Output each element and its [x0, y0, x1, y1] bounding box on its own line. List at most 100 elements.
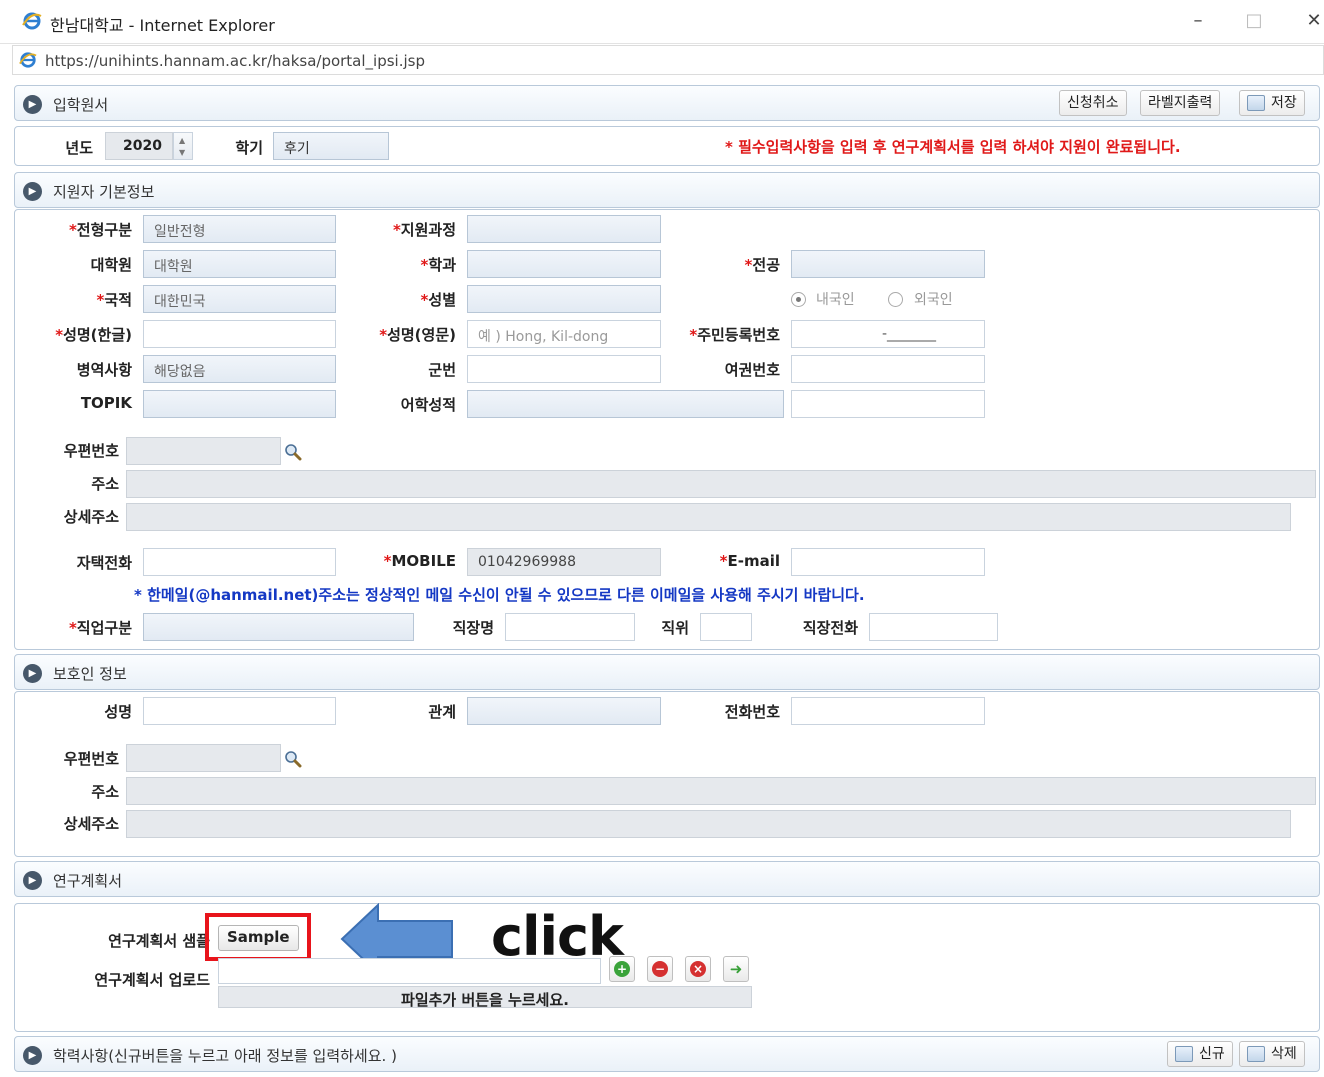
address-detail-label: 상세주소 [63, 508, 119, 526]
military-no-input[interactable] [467, 355, 661, 383]
military-label: 병역사항 [76, 361, 132, 379]
arrow-right-icon: ➜ [729, 960, 743, 978]
window-title: 한남대학교 - Internet Explorer [50, 16, 275, 35]
passport-input[interactable] [791, 355, 985, 383]
name-en-input[interactable]: 예 ) Hong, Kil-dong [467, 320, 661, 348]
delete-button[interactable]: 삭제 [1239, 1041, 1305, 1067]
clear-files-button[interactable]: × [685, 956, 711, 982]
guardian-name-input[interactable] [143, 697, 336, 725]
postcode-input[interactable] [126, 437, 281, 465]
guardian-address-detail-input[interactable] [126, 810, 1291, 838]
guardian-address-input[interactable] [126, 777, 1316, 805]
workplace-label: 직장명 [452, 619, 494, 637]
major-select[interactable] [791, 250, 985, 278]
home-phone-label: 자택전화 [76, 554, 132, 572]
file-list-box[interactable] [218, 958, 601, 984]
topik-label: TOPIK [80, 394, 132, 412]
work-phone-input[interactable] [869, 613, 998, 641]
close-icon: × [690, 961, 706, 977]
new-icon [1175, 1046, 1193, 1062]
position-input[interactable] [700, 613, 752, 641]
delete-icon [1247, 1046, 1265, 1062]
rrn-input[interactable]: -_______ [791, 320, 985, 348]
guardian-postcode-input[interactable] [126, 744, 281, 772]
required-notice: * 필수입력사항을 입력 후 연구계획서를 입력 하셔야 지원이 완료됩니다. [725, 138, 1181, 156]
chevron-right-icon: ▶ [23, 664, 42, 683]
internet-explorer-icon [19, 52, 37, 68]
application-form-header: ▶ 입학원서 신청취소 라벨지출력 저장 [14, 85, 1320, 121]
guardian-phone-input[interactable] [791, 697, 985, 725]
year-input[interactable]: 2020 [105, 132, 173, 160]
search-icon[interactable] [284, 750, 302, 768]
program-select[interactable] [467, 215, 661, 243]
email-input[interactable] [791, 548, 985, 576]
research-sample-label: 연구계획서 샘플 [108, 932, 210, 950]
mobile-input[interactable]: 01042969988 [467, 548, 661, 576]
guardian-info-header: ▶ 보호인 정보 [14, 654, 1320, 690]
military-no-label: 군번 [428, 361, 456, 379]
guardian-relation-select[interactable] [467, 697, 661, 725]
home-phone-input[interactable] [143, 548, 336, 576]
address-detail-input[interactable] [126, 503, 1291, 531]
maximize-button[interactable]: □ [1242, 10, 1266, 31]
sample-button[interactable]: Sample [218, 925, 299, 951]
search-icon[interactable] [284, 443, 302, 461]
new-button-label: 신규 [1199, 1046, 1225, 1062]
year-spinner[interactable]: ▲ ▼ [173, 132, 193, 160]
foreign-label: 외국인 [914, 292, 953, 308]
upload-file-button[interactable]: ➜ [723, 956, 749, 982]
close-button[interactable]: ✕ [1302, 10, 1324, 31]
guardian-section-title: 보호인 정보 [53, 665, 127, 683]
gender-label: *성별 [420, 291, 456, 309]
minimize-button[interactable]: – [1186, 10, 1210, 31]
new-button[interactable]: 신규 [1167, 1041, 1233, 1067]
gender-select[interactable] [467, 285, 661, 313]
graduate-school-select[interactable]: 대학원 [143, 250, 336, 278]
chevron-right-icon: ▶ [23, 871, 42, 890]
name-kr-input[interactable] [143, 320, 336, 348]
workplace-input[interactable] [505, 613, 635, 641]
work-phone-label: 직장전화 [802, 619, 858, 637]
guardian-relation-label: 관계 [428, 703, 456, 721]
add-file-button[interactable]: + [609, 956, 635, 982]
address-bar[interactable]: https://unihints.hannam.ac.kr/haksa/port… [12, 45, 1324, 75]
position-label: 직위 [661, 619, 689, 637]
mobile-label: *MOBILE [383, 552, 456, 570]
education-header: ▶ 학력사항(신규버튼을 누르고 아래 정보를 입력하세요. ) 신규 삭제 [14, 1036, 1320, 1072]
graduate-school-label: 대학원 [90, 256, 132, 274]
page-title: 입학원서 [53, 96, 109, 114]
guardian-address-detail-label: 상세주소 [63, 815, 119, 833]
remove-file-button[interactable]: − [647, 956, 673, 982]
window-title-bar: 한남대학교 - Internet Explorer – □ ✕ [0, 0, 1324, 44]
applicant-info-header: ▶ 지원자 기본정보 [14, 172, 1320, 208]
semester-select[interactable]: 후기 [273, 132, 389, 160]
guardian-phone-label: 전화번호 [724, 703, 780, 721]
research-upload-label: 연구계획서 업로드 [94, 971, 210, 989]
topik-select[interactable] [143, 390, 336, 418]
nationality-select[interactable]: 대한민국 [143, 285, 336, 313]
admission-type-select[interactable]: 일반전형 [143, 215, 336, 243]
language-score-input[interactable] [791, 390, 985, 418]
name-en-label: *성명(영문) [379, 326, 456, 344]
language-score-select[interactable] [467, 390, 784, 418]
department-label: *학과 [420, 256, 456, 274]
research-plan-header: ▶ 연구계획서 [14, 861, 1320, 897]
department-select[interactable] [467, 250, 661, 278]
upload-hint: 파일추가 버튼을 누르세요. [218, 986, 752, 1008]
admission-type-label: *전형구분 [68, 221, 132, 239]
nationality-label: *국적 [96, 291, 132, 309]
year-label: 년도 [65, 139, 93, 157]
address-input[interactable] [126, 470, 1316, 498]
foreign-radio[interactable] [888, 292, 903, 307]
internet-explorer-icon [22, 12, 42, 30]
save-button[interactable]: 저장 [1239, 90, 1305, 116]
military-select[interactable]: 해당없음 [143, 355, 336, 383]
email-notice: * 한메일(@hanmail.net)주소는 정상적인 메일 수신이 안될 수 … [134, 586, 865, 604]
job-type-label: *직업구분 [68, 619, 132, 637]
cancel-application-button[interactable]: 신청취소 [1059, 90, 1127, 116]
plus-icon: + [614, 961, 630, 977]
domestic-label: 내국인 [816, 292, 855, 308]
job-type-select[interactable] [143, 613, 414, 641]
domestic-radio[interactable] [791, 292, 806, 307]
label-print-button[interactable]: 라벨지출력 [1140, 90, 1221, 116]
